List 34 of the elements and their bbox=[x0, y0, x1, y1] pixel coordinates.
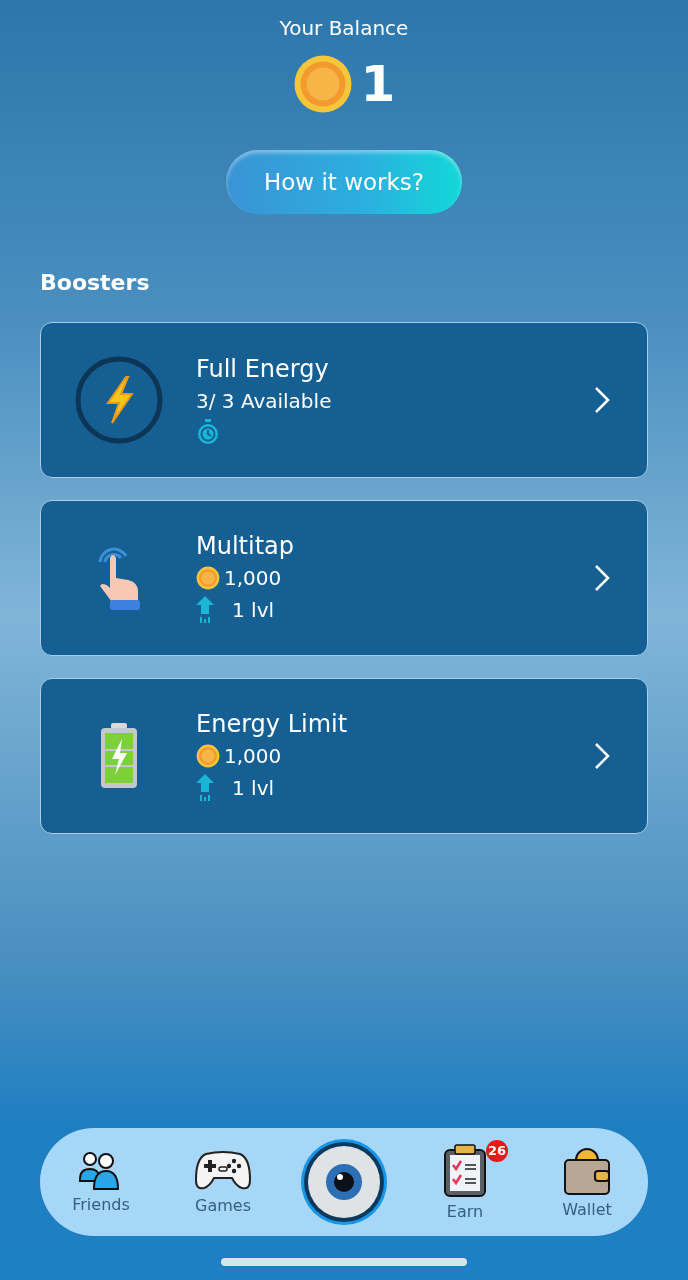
arrow-up-icon bbox=[196, 596, 214, 624]
booster-title: Energy Limit bbox=[196, 710, 349, 738]
nav-item[interactable]: Games bbox=[178, 1149, 268, 1215]
chevron-right-icon bbox=[593, 742, 611, 770]
level-text: 1 lvl bbox=[232, 598, 275, 622]
booster-card[interactable]: Multitap 1,000 1 lvl bbox=[40, 500, 648, 656]
coin-icon bbox=[292, 54, 353, 114]
balance-label: Your Balance bbox=[279, 16, 409, 40]
stopwatch-icon bbox=[196, 419, 220, 445]
booster-title: Full Energy bbox=[196, 355, 330, 383]
eye-button[interactable] bbox=[300, 1138, 388, 1226]
booster-card[interactable]: Energy Limit 1,000 1 lvl bbox=[40, 678, 648, 834]
price-text: 1,000 bbox=[224, 566, 282, 590]
nav-item[interactable]: Friends bbox=[56, 1150, 146, 1214]
level-text: 1 lvl bbox=[232, 776, 275, 800]
chevron-right-icon bbox=[593, 386, 611, 414]
booster-title: Multitap bbox=[196, 532, 295, 560]
coin-icon bbox=[196, 566, 220, 590]
section-title: Boosters bbox=[40, 270, 150, 295]
gamepad-icon bbox=[194, 1149, 252, 1192]
checklist-icon bbox=[443, 1143, 487, 1198]
booster-card[interactable]: Full Energy 3/ 3 Available bbox=[40, 322, 648, 478]
lightning-icon bbox=[73, 355, 164, 445]
price-text: 1,000 bbox=[224, 744, 282, 768]
notification-badge: 26 bbox=[486, 1139, 508, 1162]
wallet-icon bbox=[563, 1145, 611, 1196]
arrow-up-icon bbox=[196, 774, 214, 802]
balance-amount: 1 bbox=[360, 59, 396, 109]
nav-item[interactable]: Wallet bbox=[542, 1145, 632, 1219]
availability-text: 3/ 3 Available bbox=[196, 389, 333, 413]
battery-icon bbox=[98, 723, 139, 789]
chevron-right-icon bbox=[593, 564, 611, 592]
coin-icon bbox=[196, 744, 220, 768]
how-it-works-button[interactable]: How it works? bbox=[226, 150, 462, 214]
